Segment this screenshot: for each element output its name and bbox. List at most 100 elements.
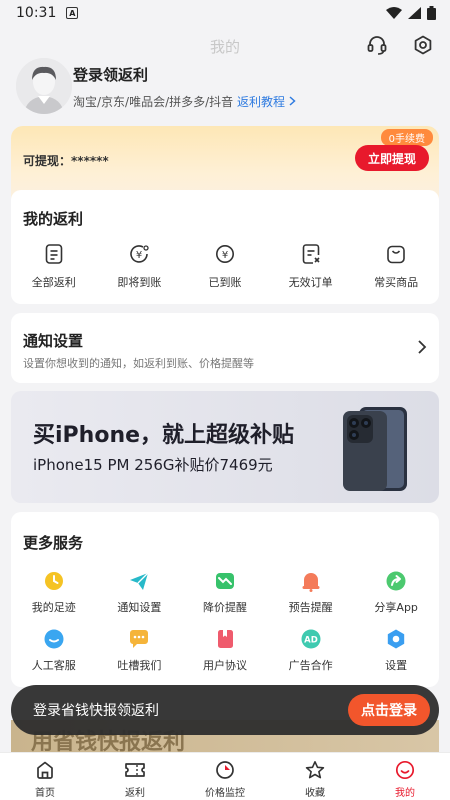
notification-settings-title: 通知设置 [23,332,84,350]
service-customer-support-label: 人工客服 [31,659,76,672]
smiley-icon [395,760,415,780]
headset-icon [367,36,387,55]
rebate-frequent-label: 常买商品 [374,276,419,289]
status-time: 10:31 [16,5,57,21]
notification-icon: A [66,7,79,19]
login-prompt-text: 登录省钱快报领返利 [33,703,159,719]
service-history-label: 我的足迹 [31,601,76,614]
platform-list: 淘宝/京东/唯品会/拼多多/抖音 返利教程 [73,93,296,110]
login-prompt-bar: 登录省钱快报领返利 点击登录 [11,685,439,735]
share-icon [386,571,406,591]
service-history[interactable]: 我的足迹 [11,570,97,628]
my-rebate-title: 我的返利 [23,210,84,228]
service-settings[interactable]: 设置 [353,628,439,686]
rebate-all[interactable]: 全部返利 [11,242,97,290]
more-services-card: 更多服务 我的足迹 通知设置 降价提醒 预告提醒 分享App 人工客服 吐槽我们… [11,512,439,687]
platforms-text: 淘宝/京东/唯品会/拼多多/抖音 [73,95,234,109]
tab-favorites[interactable]: 收藏 [270,753,360,800]
iphone-subsidy-banner[interactable]: 买iPhone，就上超级补贴 iPhone15 PM 256G补贴价7469元 [11,391,439,503]
service-price-drop[interactable]: 降价提醒 [182,570,268,628]
rebate-invalid-label: 无效订单 [288,276,333,289]
svg-text:¥: ¥ [136,250,142,261]
chevron-right-icon [418,340,427,354]
service-share-app[interactable]: 分享App [353,570,439,628]
login-prompt[interactable]: 登录领返利 [73,64,148,85]
yuan-clock-icon: ¥ [130,245,150,263]
rebate-invalid[interactable]: 无效订单 [268,242,354,290]
tab-mine-label: 我的 [395,788,415,799]
tab-price-monitor-label: 价格监控 [205,788,245,799]
settings-icon [387,629,405,649]
tab-home-label: 首页 [35,788,55,799]
my-rebate-card: 我的返利 全部返利 ¥ 即将到账 ¥ 已到账 无效订单 常买商品 [11,190,439,304]
profile-section[interactable]: 登录领返利 淘宝/京东/唯品会/拼多多/抖音 返利教程 [16,58,436,118]
service-feedback[interactable]: 吐槽我们 [97,628,183,686]
withdrawable-balance: 可提现：****** [23,152,109,169]
service-user-agreement[interactable]: 用户协议 [182,628,268,686]
settings-button[interactable] [410,32,436,58]
service-feedback-label: 吐槽我们 [117,659,162,672]
rebate-all-label: 全部返利 [31,276,76,289]
rebate-frequent[interactable]: 常买商品 [353,242,439,290]
rebate-pending[interactable]: ¥ 即将到账 [97,242,183,290]
login-button[interactable]: 点击登录 [348,694,430,726]
service-settings-label: 设置 [385,659,408,672]
banner-headline: 买iPhone，就上超级补贴 [33,423,295,448]
price-monitor-icon [216,761,234,779]
service-preview-reminder-label: 预告提醒 [288,601,333,614]
bottom-tab-bar: 首页 返利 价格监控 收藏 我的 [0,752,450,800]
tab-rebate-label: 返利 [125,788,145,799]
document-x-icon [302,244,320,264]
wifi-icon [386,7,402,19]
withdrawable-amount: ****** [71,154,109,168]
price-down-icon [215,573,234,589]
signal-icon [408,7,421,19]
svg-text:AD: AD [304,636,318,646]
customer-service-button[interactable] [364,32,390,58]
book-icon [217,630,233,648]
svg-text:¥: ¥ [222,250,228,261]
rebate-received[interactable]: ¥ 已到账 [182,242,268,290]
avatar[interactable] [16,58,72,114]
ad-icon: AD [301,629,321,649]
service-ad-cooperation[interactable]: AD 广告合作 [268,628,354,686]
service-notify-settings-label: 通知设置 [117,601,162,614]
document-icon [45,244,63,264]
service-preview-reminder[interactable]: 预告提醒 [268,570,354,628]
service-ad-cooperation-label: 广告合作 [288,659,333,672]
notification-settings-card[interactable]: 通知设置 设置你想收到的通知，如返利到账、价格提醒等 [11,313,439,383]
comment-icon [130,630,149,648]
tab-rebate[interactable]: 返利 [90,753,180,800]
rebate-pending-label: 即将到账 [117,276,162,289]
star-icon [305,761,325,779]
withdraw-button[interactable]: 立即提现 [355,145,429,171]
chat-bubble-icon [44,629,64,649]
service-customer-support[interactable]: 人工客服 [11,628,97,686]
tab-price-monitor[interactable]: 价格监控 [180,753,270,800]
status-bar: 10:31 A [0,0,450,26]
default-avatar-icon [16,58,72,114]
battery-icon [427,6,436,20]
tab-mine[interactable]: 我的 [360,753,450,800]
withdrawable-label: 可提现： [23,154,72,168]
tab-home[interactable]: 首页 [0,753,90,800]
service-notify-settings[interactable]: 通知设置 [97,570,183,628]
service-share-app-label: 分享App [374,601,418,614]
home-icon [37,761,53,779]
more-services-title: 更多服务 [23,534,84,552]
yuan-check-icon: ¥ [215,245,234,263]
ticket-icon [125,763,145,777]
paper-plane-icon [130,572,149,590]
banner-subline: iPhone15 PM 256G补贴价7469元 [33,456,273,474]
clock-icon [44,572,63,590]
rebate-received-label: 已到账 [208,276,242,289]
notification-settings-desc: 设置你想收到的通知，如返利到账、价格提醒等 [23,357,254,370]
bell-icon [302,573,320,592]
service-price-drop-label: 降价提醒 [202,601,247,614]
bag-icon [387,245,405,264]
service-user-agreement-label: 用户协议 [202,659,247,672]
tutorial-link[interactable]: 返利教程 [237,95,285,109]
tab-favorites-label: 收藏 [305,788,325,799]
iphone-image [343,407,407,491]
chevron-right-icon [289,96,296,106]
